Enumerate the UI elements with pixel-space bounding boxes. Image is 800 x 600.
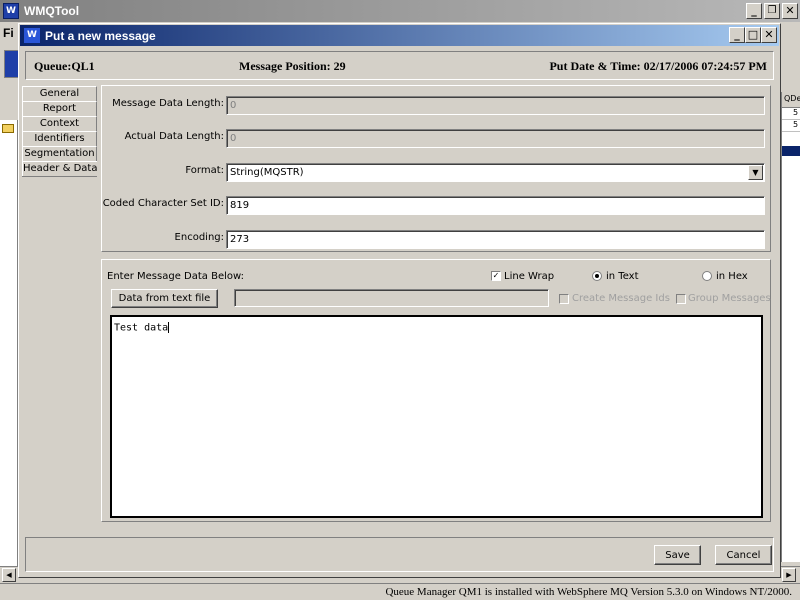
app-titlebar: W WMQTool _ ❐ ✕ bbox=[0, 0, 800, 22]
create-message-ids-label: Create Message Ids bbox=[572, 293, 670, 304]
message-data-length-field: 0 bbox=[226, 96, 765, 115]
dialog-minimize-button[interactable]: _ bbox=[729, 27, 745, 43]
tab-header-data[interactable]: Header & Data bbox=[22, 161, 97, 176]
save-button[interactable]: Save bbox=[654, 545, 701, 565]
group-messages-checkbox[interactable] bbox=[676, 294, 686, 304]
app-tree-panel bbox=[0, 120, 18, 568]
table-header[interactable]: QDe bbox=[782, 92, 800, 108]
tab-general[interactable]: General bbox=[22, 86, 97, 101]
message-properties-panel: Message Data Length: 0 Actual Data Lengt… bbox=[101, 85, 771, 252]
actual-data-length-label: Actual Data Length: bbox=[124, 131, 224, 142]
folder-icon[interactable] bbox=[2, 124, 14, 133]
scroll-right-icon[interactable]: ▶ bbox=[782, 568, 796, 582]
table-row-selected[interactable] bbox=[782, 146, 800, 156]
message-data-text: Test data bbox=[114, 322, 169, 334]
tab-strip: General Report Context Identifiers Segme… bbox=[22, 86, 97, 177]
chevron-down-icon[interactable]: ▼ bbox=[748, 165, 763, 180]
checkmark-icon: ✓ bbox=[492, 271, 500, 280]
app-close-button[interactable]: ✕ bbox=[782, 3, 798, 19]
message-data-panel: Enter Message Data Below: ✓ Line Wrap in… bbox=[101, 259, 771, 522]
table-row[interactable]: 5 bbox=[782, 120, 800, 132]
text-caret bbox=[168, 322, 170, 333]
data-from-file-button[interactable]: Data from text file bbox=[111, 289, 218, 308]
tab-report[interactable]: Report bbox=[22, 101, 97, 116]
app-queue-table: QDe 5 5 bbox=[781, 92, 800, 562]
radio-selected-icon bbox=[595, 274, 599, 278]
app-restore-button[interactable]: ❐ bbox=[764, 3, 780, 19]
message-info-header: Queue:QL1 Message Position: 29 Put Date … bbox=[25, 51, 774, 80]
format-select-value: String(MQSTR) bbox=[230, 167, 304, 178]
format-select[interactable]: String(MQSTR) ▼ bbox=[226, 163, 765, 182]
tab-segmentation[interactable]: Segmentation bbox=[22, 146, 97, 161]
status-bar: Queue Manager QM1 is installed with WebS… bbox=[0, 583, 800, 600]
scroll-left-icon[interactable]: ◀ bbox=[2, 568, 16, 582]
put-message-dialog: W Put a new message _ □ ✕ Queue:QL1 Mess… bbox=[18, 23, 781, 578]
ccsid-field[interactable]: 819 bbox=[226, 196, 765, 215]
in-hex-label: in Hex bbox=[716, 271, 748, 282]
message-position-label: Message Position: 29 bbox=[239, 59, 346, 73]
dialog-title: Put a new message bbox=[45, 29, 156, 43]
message-data-textarea[interactable]: Test data bbox=[110, 315, 763, 518]
tab-context[interactable]: Context bbox=[22, 116, 97, 131]
group-messages-label: Group Messages bbox=[688, 293, 771, 304]
file-path-field bbox=[234, 289, 549, 307]
tab-identifiers[interactable]: Identifiers bbox=[22, 131, 97, 146]
in-text-radio[interactable] bbox=[592, 271, 602, 281]
app-title: WMQTool bbox=[24, 4, 80, 18]
dialog-icon: W bbox=[24, 28, 40, 43]
app-minimize-button[interactable]: _ bbox=[746, 3, 762, 19]
dialog-close-button[interactable]: ✕ bbox=[761, 27, 777, 43]
table-row[interactable]: 5 bbox=[782, 108, 800, 120]
put-datetime-label: Put Date & Time: 02/17/2006 07:24:57 PM bbox=[549, 59, 767, 73]
encoding-label: Encoding: bbox=[174, 232, 224, 243]
line-wrap-label: Line Wrap bbox=[504, 271, 555, 282]
message-data-prompt: Enter Message Data Below: bbox=[107, 271, 244, 282]
create-message-ids-checkbox[interactable] bbox=[559, 294, 569, 304]
line-wrap-checkbox[interactable]: ✓ bbox=[491, 271, 501, 281]
dialog-titlebar[interactable]: W Put a new message _ □ ✕ bbox=[20, 25, 779, 46]
app-icon: W bbox=[3, 3, 19, 19]
format-label: Format: bbox=[185, 165, 224, 176]
dialog-footer: Save Cancel bbox=[25, 537, 774, 572]
message-data-length-label: Message Data Length: bbox=[112, 98, 224, 109]
in-hex-radio[interactable] bbox=[702, 271, 712, 281]
actual-data-length-field: 0 bbox=[226, 129, 765, 148]
in-text-label: in Text bbox=[606, 271, 639, 282]
encoding-field[interactable]: 273 bbox=[226, 230, 765, 249]
dialog-maximize-button[interactable]: □ bbox=[745, 27, 761, 43]
cancel-button[interactable]: Cancel bbox=[715, 545, 772, 565]
ccsid-label: Coded Character Set ID: bbox=[102, 198, 224, 209]
queue-label: Queue:QL1 bbox=[34, 59, 95, 73]
